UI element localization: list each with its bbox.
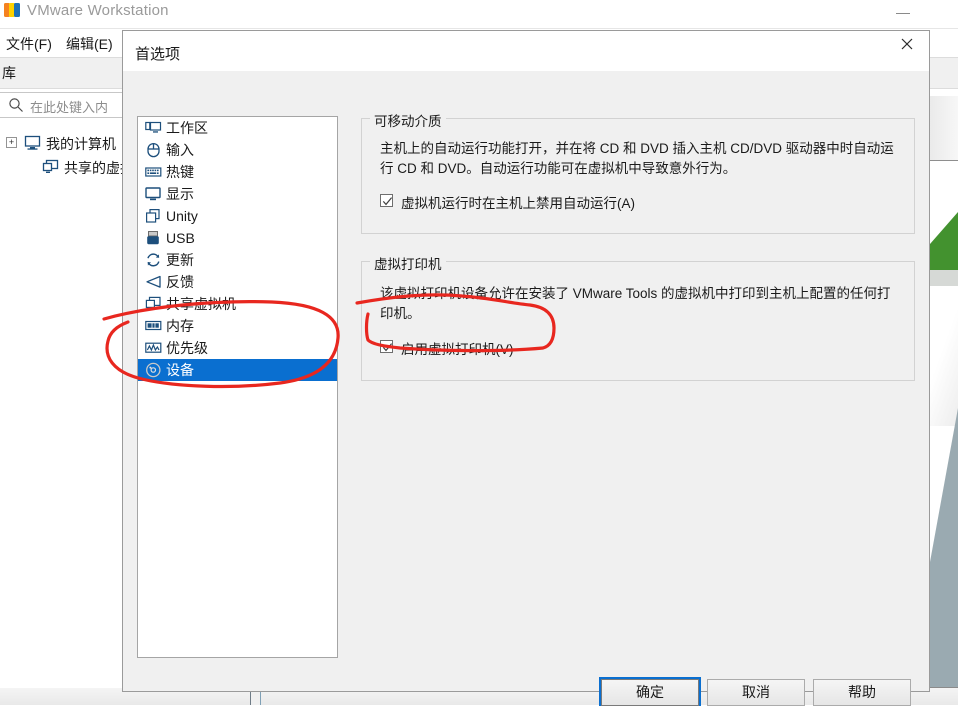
sidebar-item-label: 工作区 <box>166 120 208 136</box>
sidebar-item-label: 内存 <box>166 318 194 334</box>
memory-icon <box>145 318 162 334</box>
sidebar-item-priority[interactable]: 优先级 <box>138 337 337 359</box>
sidebar-item-shared-vms[interactable]: 共享虚拟机 <box>138 293 337 315</box>
preferences-dialog: 首选项 工作区 输入 热键 显示 Unity USB 更新 反馈 共享虚拟机 内… <box>122 30 930 706</box>
sidebar-item-label: 热键 <box>166 164 194 180</box>
display-icon <box>145 186 162 202</box>
sidebar-item-label: 显示 <box>166 186 194 202</box>
shared-vm-icon <box>145 296 162 312</box>
sidebar-item-devices[interactable]: 设备 <box>138 359 337 381</box>
checkbox-label: 启用虚拟打印机(V) <box>401 342 514 357</box>
close-icon[interactable] <box>884 31 929 61</box>
help-button[interactable]: 帮助 <box>813 679 911 706</box>
app-titlebar: VMware Workstation <box>0 0 958 29</box>
vmware-logo-icon <box>4 2 21 19</box>
checkbox-box[interactable] <box>380 340 393 353</box>
dialog-title: 首选项 <box>135 46 181 63</box>
group-description: 主机上的自动运行功能打开，并在将 CD 和 DVD 插入主机 CD/DVD 驱动… <box>380 141 894 176</box>
sidebar-item-display[interactable]: 显示 <box>138 183 337 205</box>
workspace-icon <box>145 120 162 136</box>
sidebar-item-usb[interactable]: USB <box>138 227 337 249</box>
keyboard-icon <box>145 164 162 180</box>
cancel-button[interactable]: 取消 <box>707 679 805 706</box>
sidebar-item-input[interactable]: 输入 <box>138 139 337 161</box>
expander-icon[interactable]: + <box>6 137 17 148</box>
refresh-icon <box>145 252 162 268</box>
library-label: 库 <box>2 65 16 81</box>
sidebar-item-label: 设备 <box>166 362 194 378</box>
sidebar-item-hotkeys[interactable]: 热键 <box>138 161 337 183</box>
computer-icon <box>24 135 42 151</box>
sidebar-item-label: 共享虚拟机 <box>166 296 236 312</box>
dialog-titlebar: 首选项 <box>123 31 929 71</box>
group-removable-media: 可移动介质 主机上的自动运行功能打开，并在将 CD 和 DVD 插入主机 CD/… <box>361 110 915 234</box>
sidebar-item-label: USB <box>166 230 195 246</box>
group-virtual-printer: 虚拟打印机 该虚拟打印机设备允许在安装了 VMware Tools 的虚拟机中打… <box>361 253 915 381</box>
device-disc-icon <box>145 362 162 378</box>
usb-icon <box>145 230 162 246</box>
dialog-body: 工作区 输入 热键 显示 Unity USB 更新 反馈 共享虚拟机 内存 优先… <box>123 71 929 706</box>
unity-icon <box>145 208 162 224</box>
menu-edit[interactable]: 编辑(E) <box>66 34 113 54</box>
minimize-icon[interactable] <box>888 0 918 22</box>
shared-vm-icon <box>42 159 60 175</box>
sidebar-item-unity[interactable]: Unity <box>138 205 337 227</box>
group-description: 该虚拟打印机设备允许在安装了 VMware Tools 的虚拟机中打印到主机上配… <box>380 286 891 321</box>
group-title: 可移动介质 <box>370 110 446 130</box>
sidebar-item-feedback[interactable]: 反馈 <box>138 271 337 293</box>
search-icon <box>8 97 24 113</box>
mouse-icon <box>145 142 162 158</box>
sidebar-item-workspace[interactable]: 工作区 <box>138 117 337 139</box>
library-search-placeholder: 在此处键入内 <box>30 100 109 115</box>
group-title: 虚拟打印机 <box>370 253 446 273</box>
preferences-category-list[interactable]: 工作区 输入 热键 显示 Unity USB 更新 反馈 共享虚拟机 内存 优先… <box>137 116 338 658</box>
ok-button[interactable]: 确定 <box>601 679 699 706</box>
menu-file[interactable]: 文件(F) <box>6 34 52 54</box>
sidebar-item-label: 优先级 <box>166 340 208 356</box>
priority-icon <box>145 340 162 356</box>
sidebar-item-memory[interactable]: 内存 <box>138 315 337 337</box>
sidebar-item-label: Unity <box>166 208 198 224</box>
checkbox-label: 虚拟机运行时在主机上禁用自动运行(A) <box>401 196 635 211</box>
megaphone-icon <box>145 274 162 290</box>
sidebar-item-updates[interactable]: 更新 <box>138 249 337 271</box>
checkbox-box[interactable] <box>380 194 393 207</box>
sidebar-item-label: 输入 <box>166 142 194 158</box>
sidebar-item-label: 反馈 <box>166 274 194 290</box>
sidebar-item-label: 更新 <box>166 252 194 268</box>
app-title: VMware Workstation <box>27 2 169 19</box>
tree-item-label: 我的计算机 <box>46 136 116 152</box>
